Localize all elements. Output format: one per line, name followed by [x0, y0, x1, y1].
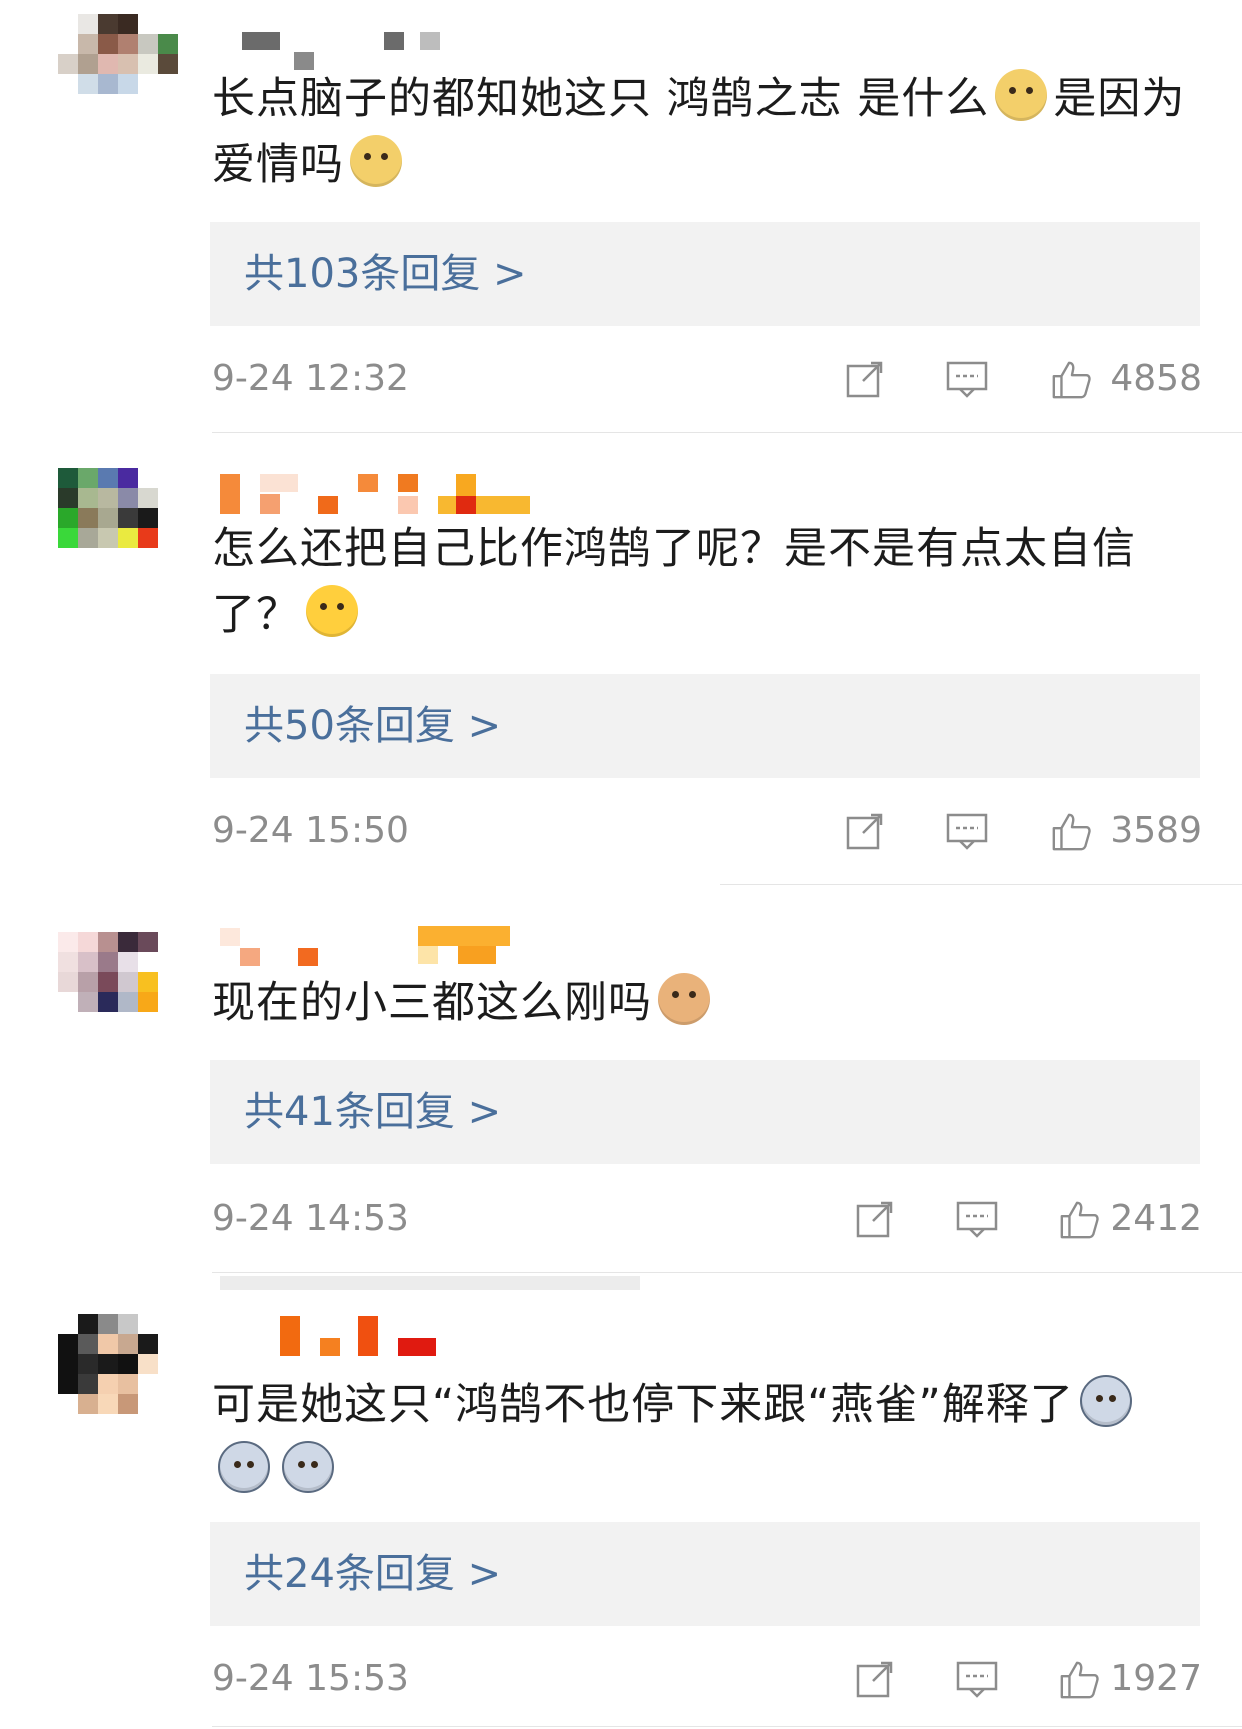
like-count: 1927 [1110, 1658, 1202, 1699]
divider [212, 432, 1242, 433]
thumbs-up-icon[interactable] [1050, 810, 1092, 852]
timestamp: 9-24 15:53 [212, 1658, 409, 1699]
thumbs-up-icon[interactable] [1050, 358, 1092, 400]
share-icon[interactable] [844, 358, 886, 400]
comment-text: 现在的小三都这么刚吗 [212, 970, 1192, 1036]
username[interactable] [212, 1316, 632, 1358]
like-count: 3589 [1110, 810, 1202, 851]
replies-link[interactable]: 共103条回复 > [210, 222, 1200, 326]
comment-icon[interactable] [946, 810, 988, 852]
husky-icon [282, 1441, 334, 1493]
divider [720, 884, 1242, 885]
thumbs-up-icon[interactable] [1058, 1198, 1100, 1240]
like-count: 2412 [1110, 1198, 1202, 1239]
timestamp: 9-24 12:32 [212, 358, 409, 399]
timestamp: 9-24 14:53 [212, 1198, 409, 1239]
divider [220, 1276, 640, 1290]
comment-meta: 9-24 15:50 3589 [212, 806, 1202, 856]
share-icon[interactable] [844, 810, 886, 852]
comment-text: 长点脑子的都知她这只 鸿鹄之志 是什么 是因为爱情吗 [212, 66, 1192, 198]
comment-icon[interactable] [956, 1198, 998, 1240]
comment-meta: 9-24 12:32 4858 [212, 354, 1202, 404]
avatar[interactable] [58, 1314, 178, 1414]
comment-text: 可是她这只“鸿鹄不也停下来跟“燕雀”解释了 [212, 1372, 1192, 1504]
husky-icon [218, 1441, 270, 1493]
replies-link[interactable]: 共41条回复 > [210, 1060, 1200, 1164]
avatar[interactable] [58, 932, 178, 1012]
share-icon[interactable] [854, 1658, 896, 1700]
divider [212, 1272, 1242, 1273]
comment-meta: 9-24 15:53 1927 [212, 1654, 1202, 1704]
avatar[interactable] [58, 468, 178, 548]
husky-icon [1079, 1375, 1132, 1427]
avatar[interactable] [58, 14, 178, 94]
doge-icon [995, 69, 1048, 121]
share-icon[interactable] [854, 1198, 896, 1240]
comment-text: 怎么还把自己比作鸿鹄了呢？是不是有点太自信了？ [212, 524, 1136, 640]
comment-meta: 9-24 14:53 2412 [212, 1194, 1202, 1244]
cat-icon [658, 973, 710, 1025]
thumbs-up-icon[interactable] [1058, 1658, 1100, 1700]
replies-link[interactable]: 共50条回复 > [210, 674, 1200, 778]
comment-icon[interactable] [946, 358, 988, 400]
comment-icon[interactable] [956, 1658, 998, 1700]
username[interactable] [212, 926, 632, 968]
timestamp: 9-24 15:50 [212, 810, 409, 851]
divider [212, 1726, 1242, 1727]
doge-icon [350, 135, 402, 187]
like-count: 4858 [1110, 358, 1202, 399]
laugh-cry-icon [306, 585, 358, 637]
replies-link[interactable]: 共24条回复 > [210, 1522, 1200, 1626]
username[interactable] [212, 474, 632, 516]
